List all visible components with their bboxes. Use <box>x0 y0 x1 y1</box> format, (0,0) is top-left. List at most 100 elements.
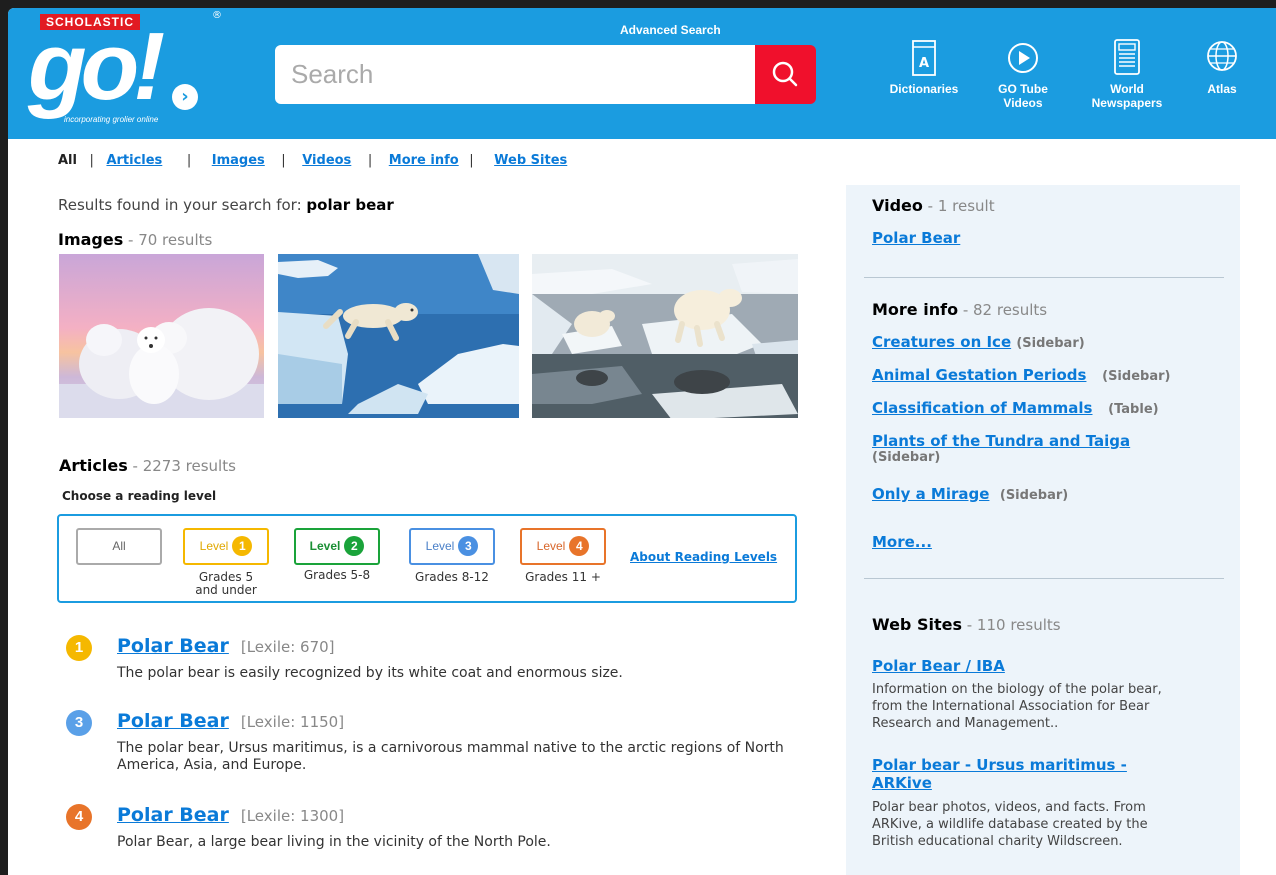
article-title-link[interactable]: Polar Bear <box>117 635 229 657</box>
level-4-button[interactable]: Level 4 <box>520 528 606 565</box>
filter-all[interactable]: All <box>58 153 77 168</box>
search-input[interactable] <box>275 45 755 104</box>
level-4-label: Level <box>536 539 566 553</box>
level-3-badge-icon: 3 <box>66 710 92 736</box>
image-result-polar-bear-jumping[interactable] <box>278 254 519 418</box>
level-1-grade-line2: and under <box>195 583 257 597</box>
world-newspapers-label: World Newspapers <box>1091 82 1163 110</box>
article-title-row: Polar Bear [Lexile: 1150] <box>117 710 344 732</box>
logo-tagline: incorporating grolier online <box>64 115 159 124</box>
filter-separator: | <box>469 153 474 168</box>
more-info-item: Creatures on Ice (Sidebar) <box>872 333 1085 351</box>
more-info-link[interactable]: Classification of Mammals <box>872 399 1092 417</box>
more-info-link[interactable]: Animal Gestation Periods <box>872 366 1086 384</box>
images-count: - 70 results <box>123 231 213 249</box>
atlas-label: Atlas <box>1207 82 1237 96</box>
more-info-type: (Sidebar) <box>999 488 1069 503</box>
article-description: Polar Bear, a large bear living in the v… <box>117 834 551 850</box>
results-prefix: Results found in your search for: <box>58 196 307 214</box>
play-circle-icon <box>1008 43 1038 73</box>
search-query: polar bear <box>306 196 394 214</box>
more-info-item: Classification of Mammals (Table) <box>872 399 1159 417</box>
web-site-link[interactable]: Polar Bear / IBA <box>872 657 1005 675</box>
filter-articles[interactable]: Articles <box>106 153 162 168</box>
articles-count: - 2273 results <box>127 457 236 475</box>
video-section-title: Video - 1 result <box>872 196 995 215</box>
more-info-more-link[interactable]: More... <box>872 533 932 551</box>
more-info-link[interactable]: Only a Mirage <box>872 485 989 503</box>
more-info-link[interactable]: Plants of the Tundra and Taiga <box>872 432 1130 450</box>
go-tube-videos-button[interactable]: GO Tube Videos <box>986 38 1060 110</box>
polar-bears-on-ice-photo <box>532 254 798 418</box>
filter-separator: | <box>186 153 192 168</box>
level-4-grades: Grades 11 + <box>525 570 601 584</box>
results-sidebar: Video - 1 result Polar Bear More info - … <box>846 185 1240 875</box>
polar-bear-family-photo <box>59 254 264 418</box>
sidebar-divider <box>864 277 1224 278</box>
filter-separator: | <box>367 153 373 168</box>
articles-title: Articles <box>59 456 128 475</box>
filter-videos[interactable]: Videos <box>302 153 351 168</box>
level-1-button[interactable]: Level 1 <box>183 528 269 565</box>
result-type-filters: All | Articles | Images | Videos | More … <box>58 153 575 168</box>
filter-images[interactable]: Images <box>212 153 265 168</box>
level-4-badge-icon: 4 <box>66 804 92 830</box>
level-1-grades: Grades 5 and under <box>183 571 269 597</box>
filter-separator: | <box>89 153 94 168</box>
video-link-polar-bear[interactable]: Polar Bear <box>872 229 960 247</box>
search-button[interactable] <box>755 45 816 104</box>
level-2-grades: Grades 5-8 <box>303 568 371 582</box>
article-lexile: [Lexile: 1150] <box>240 713 345 731</box>
web-site-description: Information on the biology of the polar … <box>872 682 1162 731</box>
image-result-polar-bears-on-ice[interactable] <box>532 254 798 418</box>
more-info-item: Animal Gestation Periods (Sidebar) <box>872 366 1170 384</box>
more-info-item: Only a Mirage (Sidebar) <box>872 485 1068 503</box>
advanced-search-link[interactable]: Advanced Search <box>620 23 721 37</box>
dictionary-icon: A <box>912 40 936 76</box>
sidebar-divider <box>864 578 1224 579</box>
more-info-type: (Table) <box>1108 402 1159 417</box>
level-2-button[interactable]: Level 2 <box>294 528 380 565</box>
level-3-grades: Grades 8-12 <box>415 570 489 584</box>
filter-separator: | <box>281 153 286 168</box>
level-4-badge: 4 <box>569 536 590 556</box>
more-info-title: More info <box>872 300 959 319</box>
web-site-description: Polar bear photos, videos, and facts. Fr… <box>872 800 1148 849</box>
level-all-button[interactable]: All <box>76 528 162 565</box>
more-info-link[interactable]: Creatures on Ice <box>872 333 1011 351</box>
world-newspapers-button[interactable]: World Newspapers <box>1082 38 1172 110</box>
svg-text:A: A <box>919 56 929 71</box>
about-reading-levels-link[interactable]: About Reading Levels <box>630 550 777 564</box>
filter-more-info[interactable]: More info <box>389 153 459 168</box>
more-info-section-title: More info - 82 results <box>872 300 1047 319</box>
atlas-button[interactable]: Atlas <box>1192 38 1252 96</box>
article-title-link[interactable]: Polar Bear <box>117 804 229 826</box>
article-title-row: Polar Bear [Lexile: 670] <box>117 635 335 657</box>
web-site-link[interactable]: Polar bear - Ursus maritimus - ARKive <box>872 756 1172 792</box>
dictionaries-button[interactable]: A Dictionaries <box>878 38 970 96</box>
reading-level-selector: All Level 1 Grades 5 and under Level 2 Gra… <box>57 514 797 603</box>
polar-bear-jumping-photo <box>278 254 519 418</box>
article-title-row: Polar Bear [Lexile: 1300] <box>117 804 344 826</box>
image-result-polar-bear-family[interactable] <box>59 254 264 418</box>
article-title-link[interactable]: Polar Bear <box>117 710 229 732</box>
video-count: - 1 result <box>922 197 995 215</box>
level-1-label: Level <box>199 539 229 553</box>
web-sites-section-title: Web Sites - 110 results <box>872 615 1061 634</box>
article-description: The polar bear is easily recognized by i… <box>117 665 623 681</box>
level-3-badge: 3 <box>458 536 479 556</box>
level-1-badge-icon: 1 <box>66 635 92 661</box>
web-sites-count: - 110 results <box>961 616 1061 634</box>
logo-arrow-icon: › <box>172 84 198 110</box>
scholastic-brand: SCHOLASTIC <box>40 14 140 30</box>
filter-web-sites[interactable]: Web Sites <box>494 153 567 168</box>
registered-mark: ® <box>212 10 222 21</box>
level-3-button[interactable]: Level 3 <box>409 528 495 565</box>
choose-reading-level-label: Choose a reading level <box>62 489 217 503</box>
level-2-label: Level <box>309 539 341 553</box>
search-bar <box>275 45 816 104</box>
images-title: Images <box>58 230 124 249</box>
articles-section-title: Articles - 2273 results <box>59 456 236 475</box>
level-2-badge: 2 <box>344 536 365 556</box>
more-info-item: Plants of the Tundra and Taiga (Sidebar) <box>872 432 1130 465</box>
